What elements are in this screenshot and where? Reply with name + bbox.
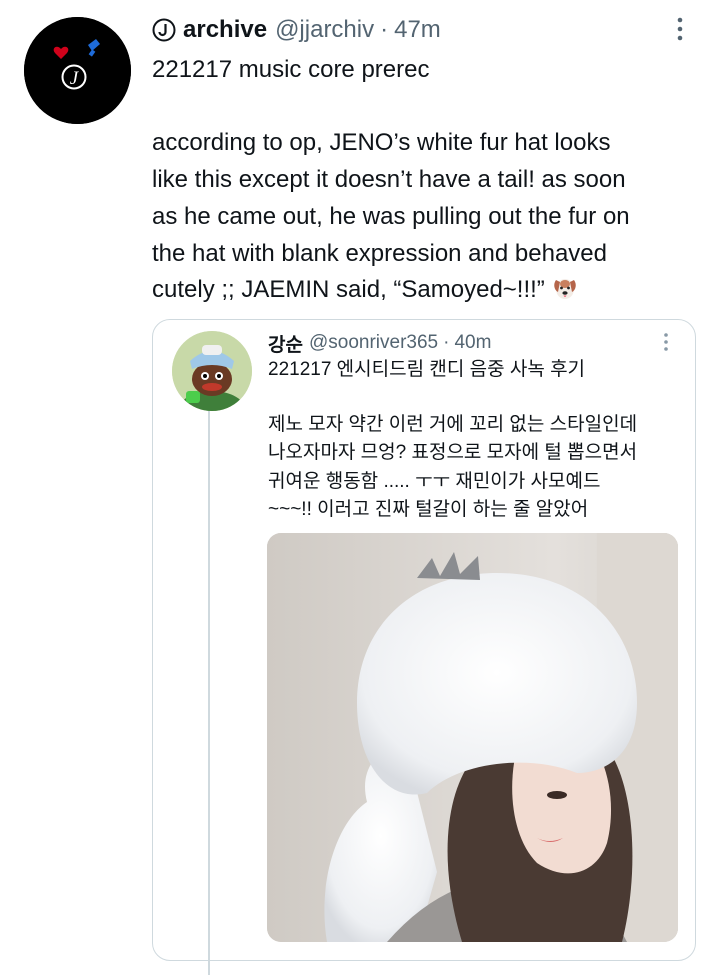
- user-handle[interactable]: @jjarchiv: [275, 16, 374, 44]
- separator-dot: ·: [380, 16, 389, 43]
- tweet-line: as he came out, he was pulling out the f…: [152, 202, 630, 230]
- quote-more-options-button[interactable]: [658, 331, 674, 353]
- quote-header: 강순 @soonriver365 · 40m: [268, 330, 491, 356]
- tweet-line: according to op, JENO’s white fur hat lo…: [152, 129, 611, 157]
- tweet-line: like this except it doesn’t have a tail!…: [152, 166, 626, 194]
- tweet-line: 221217 music core prerec: [152, 56, 430, 83]
- more-vertical-icon: [664, 333, 668, 351]
- profile-avatar[interactable]: J: [24, 17, 131, 124]
- quote-text: 221217 엔시티드림 캔디 음중 사녹 후기 제노 모자 약간 이런 거에 …: [268, 356, 683, 525]
- tweet-line: the hat with blank expression and behave…: [152, 239, 607, 267]
- dog-face-icon: [554, 279, 576, 300]
- thread-connector-line: [208, 409, 210, 975]
- circled-j-icon: [152, 18, 176, 42]
- quote-line: 나오자마자 므엉? 표정으로 모자에 털 뽑으면서: [268, 442, 638, 463]
- more-options-button[interactable]: [668, 16, 692, 42]
- woman-white-fur-hat-photo: [267, 533, 678, 942]
- tweet-line-last: cutely ;; JAEMIN said, “Samoyed~!!!”: [152, 272, 712, 309]
- animal-crossing-avatar-icon: [172, 331, 252, 411]
- quote-user-handle[interactable]: @soonriver365: [309, 332, 438, 354]
- more-vertical-icon: [677, 17, 683, 41]
- quoted-media-image[interactable]: [267, 533, 678, 942]
- quote-timestamp[interactable]: 40m: [454, 332, 491, 354]
- quote-display-name[interactable]: 강순: [268, 330, 303, 357]
- tweet-header: archive @jjarchiv · 47m: [152, 14, 441, 46]
- display-name[interactable]: archive: [183, 16, 267, 44]
- quote-line: 귀여운 행동함 ..... ㅜㅜ 재민이가 사모예드: [268, 470, 601, 492]
- tweet-line-text: cutely ;; JAEMIN said, “Samoyed~!!!”: [152, 276, 545, 304]
- avatar-logo-icon: J: [24, 17, 131, 124]
- tweet-text: 221217 music core prerec according to op…: [152, 52, 712, 309]
- quote-line: 제노 모자 약간 이런 거에 꼬리 없는 스타일인데: [268, 413, 638, 435]
- quote-line: 221217 엔시티드림 캔디 음중 사녹 후기: [268, 359, 586, 380]
- quote-line: ~~~!! 이러고 진짜 털갈이 하는 줄 알았어: [268, 499, 589, 520]
- quote-separator-dot: ·: [443, 332, 450, 353]
- timestamp[interactable]: 47m: [394, 16, 441, 44]
- quote-avatar[interactable]: [172, 331, 252, 411]
